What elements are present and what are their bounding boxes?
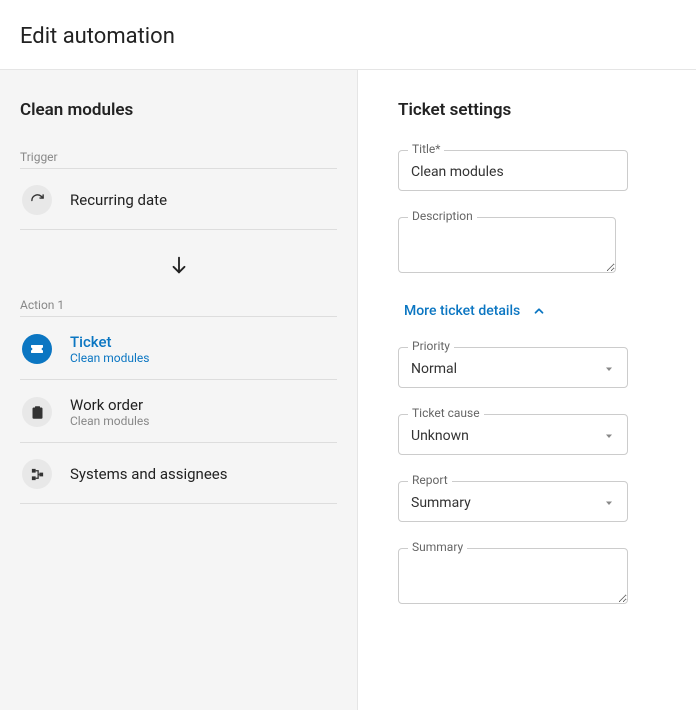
right-panel: Ticket settings Title* Description More … <box>358 70 696 710</box>
chevron-down-icon <box>603 430 615 442</box>
cause-label: Ticket cause <box>408 406 484 420</box>
description-label: Description <box>408 209 477 223</box>
title-field-group: Title* <box>398 150 666 191</box>
chevron-up-icon <box>532 304 546 318</box>
priority-value: Normal <box>411 361 457 377</box>
settings-heading: Ticket settings <box>398 100 666 120</box>
ticket-icon <box>22 334 52 364</box>
more-details-label: More ticket details <box>404 303 520 319</box>
summary-field-group: Summary <box>398 548 666 608</box>
trigger-title: Recurring date <box>70 191 167 209</box>
title-label: Title* <box>408 142 444 156</box>
summary-input[interactable] <box>398 548 628 604</box>
action-item-systems-assignees[interactable]: Systems and assignees <box>20 449 337 499</box>
refresh-icon <box>22 185 52 215</box>
action-section-label: Action 1 <box>20 298 337 312</box>
page-title: Edit automation <box>20 24 676 49</box>
divider <box>20 229 337 230</box>
title-input[interactable] <box>398 150 628 191</box>
divider <box>20 379 337 380</box>
report-label: Report <box>408 473 452 487</box>
automation-name: Clean modules <box>20 100 337 120</box>
divider <box>20 442 337 443</box>
cause-field-group: Ticket cause Unknown <box>398 414 666 455</box>
description-field-group: Description <box>398 217 666 277</box>
divider <box>20 316 337 317</box>
priority-field-group: Priority Normal <box>398 347 666 388</box>
main-layout: Clean modules Trigger Recurring date Act… <box>0 70 696 710</box>
action-title: Systems and assignees <box>70 465 228 483</box>
clipboard-icon <box>22 397 52 427</box>
action-subtitle: Clean modules <box>70 351 149 365</box>
report-field-group: Report Summary <box>398 481 666 522</box>
left-panel: Clean modules Trigger Recurring date Act… <box>0 70 358 710</box>
cause-select[interactable]: Unknown <box>398 414 628 455</box>
action-item-ticket[interactable]: Ticket Clean modules <box>20 323 337 375</box>
summary-label: Summary <box>408 540 467 554</box>
chevron-down-icon <box>603 363 615 375</box>
cause-value: Unknown <box>411 428 469 444</box>
report-select[interactable]: Summary <box>398 481 628 522</box>
action-item-work-order[interactable]: Work order Clean modules <box>20 386 337 438</box>
trigger-section-label: Trigger <box>20 150 337 164</box>
chevron-down-icon <box>603 497 615 509</box>
trigger-item-recurring-date[interactable]: Recurring date <box>20 175 337 225</box>
action-subtitle: Clean modules <box>70 414 149 428</box>
priority-select[interactable]: Normal <box>398 347 628 388</box>
description-input[interactable] <box>398 217 616 273</box>
arrow-down-icon <box>20 236 337 298</box>
hierarchy-icon <box>22 459 52 489</box>
divider <box>20 168 337 169</box>
priority-label: Priority <box>408 339 454 353</box>
report-value: Summary <box>411 495 471 511</box>
action-title: Work order <box>70 396 149 414</box>
action-title: Ticket <box>70 333 149 351</box>
page-header: Edit automation <box>0 0 696 70</box>
divider <box>20 503 337 504</box>
more-details-toggle[interactable]: More ticket details <box>404 303 666 319</box>
